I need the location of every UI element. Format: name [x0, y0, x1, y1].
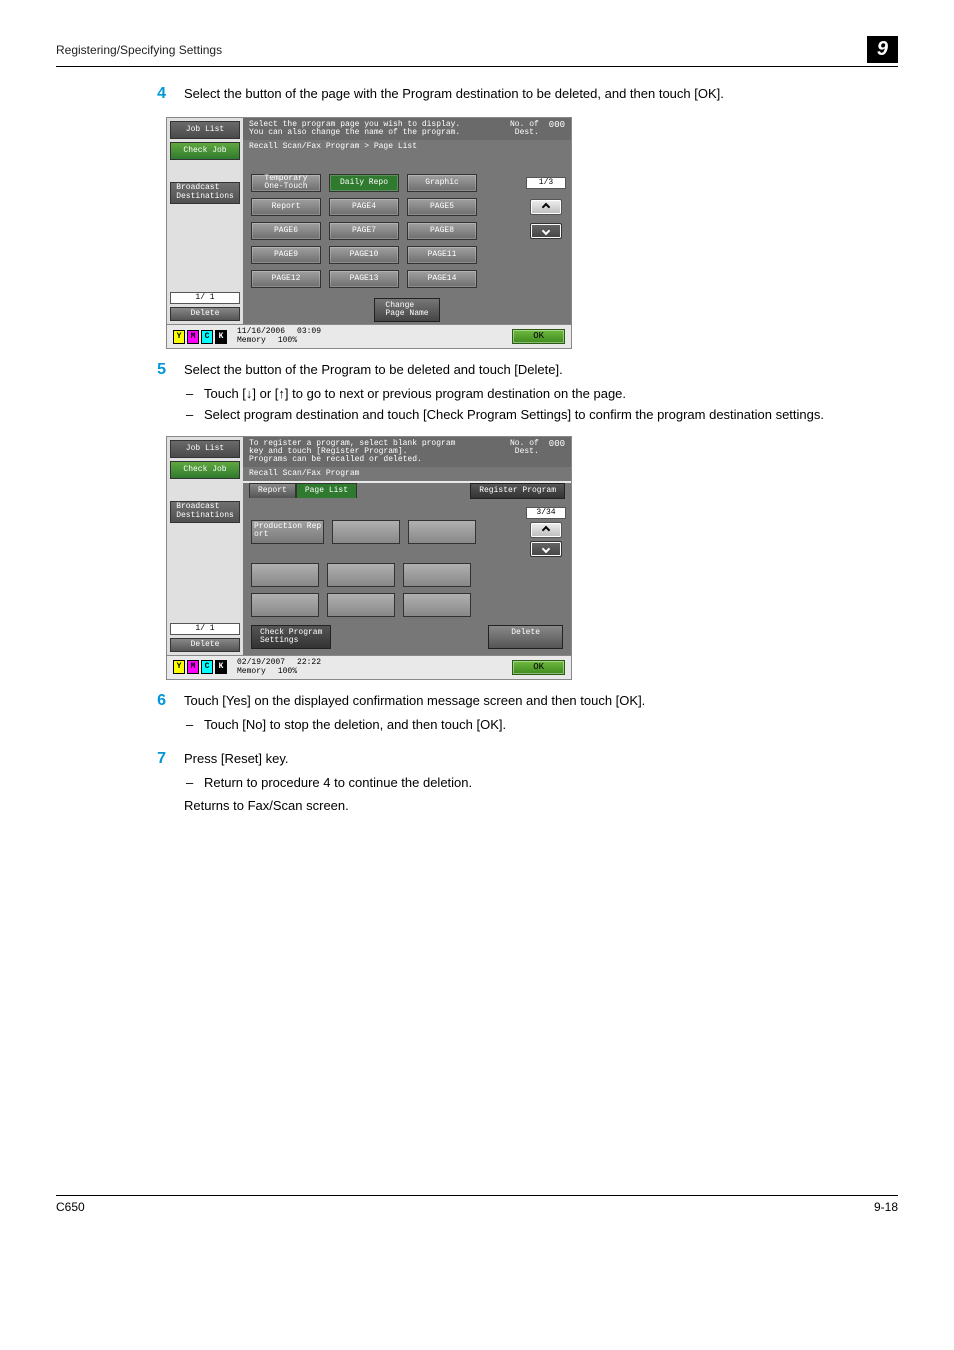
check-program-settings-button[interactable]: Check Program Settings	[251, 625, 331, 649]
program-slot-empty[interactable]	[403, 563, 471, 587]
left-page-indicator-2: 1/ 1	[170, 623, 240, 635]
check-job-tab-2[interactable]: Check Job	[170, 461, 240, 479]
page-nav-indicator: 1/3	[526, 177, 566, 189]
screenshot-program-list: Job List Check Job Broadcast Destination…	[166, 436, 572, 680]
page-up-button[interactable]	[530, 199, 562, 215]
arrow-up-icon	[542, 526, 550, 534]
page-up-button-2[interactable]	[530, 522, 562, 538]
step-6-bullet-1: Touch [No] to stop the deletion, and the…	[184, 716, 898, 734]
page-6[interactable]: PAGE6	[251, 222, 321, 240]
toner-y-icon: Y	[173, 660, 185, 674]
page-7[interactable]: PAGE7	[329, 222, 399, 240]
footer-page-number: 9-18	[874, 1200, 898, 1214]
step-number-6: 6	[56, 692, 184, 738]
page-down-button-2[interactable]	[530, 541, 562, 557]
status-memory-value: 100%	[278, 337, 297, 345]
program-slot-empty[interactable]	[327, 593, 395, 617]
register-program-button[interactable]: Register Program	[470, 483, 565, 499]
job-list-tab[interactable]: Job List	[170, 121, 240, 139]
status-memory-value-2: 100%	[278, 668, 297, 676]
status-time-2: 22:22	[297, 659, 321, 667]
arrow-down-icon	[542, 545, 550, 553]
page-nav-indicator-2: 3/34	[526, 507, 566, 519]
page-8[interactable]: PAGE8	[407, 222, 477, 240]
left-page-indicator: 1/ 1	[170, 292, 240, 304]
program-slot-empty[interactable]	[403, 593, 471, 617]
toner-k-icon: K	[215, 660, 227, 674]
dest-count-value: 000	[549, 121, 565, 130]
step-number-7: 7	[56, 750, 184, 821]
status-time: 03:09	[297, 328, 321, 336]
arrow-down-icon	[542, 227, 550, 235]
toner-levels-2: Y M C K	[173, 660, 227, 674]
page-13[interactable]: PAGE13	[329, 270, 399, 288]
status-date: 11/16/2006	[237, 328, 285, 336]
toner-m-icon: M	[187, 330, 199, 344]
step-7-bullet-1: Return to procedure 4 to continue the de…	[184, 774, 898, 792]
step-4-text: Select the button of the page with the P…	[184, 85, 898, 103]
arrow-up-icon	[542, 203, 550, 211]
toner-m-icon: M	[187, 660, 199, 674]
program-slot-empty[interactable]	[251, 563, 319, 587]
tab-report[interactable]: Report	[249, 483, 296, 498]
chapter-number: 9	[867, 36, 898, 63]
status-memory-label: Memory	[237, 337, 266, 345]
dest-count-label-2: No. of Dest.	[510, 440, 539, 456]
page-10[interactable]: PAGE10	[329, 246, 399, 264]
dest-count-label: No. of Dest.	[510, 121, 539, 137]
page-daily-repo[interactable]: Daily Repo	[329, 174, 399, 192]
step-7-closing: Returns to Fax/Scan screen.	[184, 797, 898, 815]
page-11[interactable]: PAGE11	[407, 246, 477, 264]
delete-button[interactable]: Delete	[488, 625, 563, 649]
ok-button-2[interactable]: OK	[512, 660, 565, 675]
status-memory-label-2: Memory	[237, 668, 266, 676]
left-delete-button[interactable]: Delete	[170, 307, 240, 321]
step-number-4: 4	[56, 85, 184, 109]
page-graphic[interactable]: Graphic	[407, 174, 477, 192]
step-5-bullet-2: Select program destination and touch [Ch…	[184, 406, 898, 424]
page-5[interactable]: PAGE5	[407, 198, 477, 216]
program-slot-empty[interactable]	[251, 593, 319, 617]
page-report[interactable]: Report	[251, 198, 321, 216]
toner-y-icon: Y	[173, 330, 185, 344]
toner-c-icon: C	[201, 330, 213, 344]
broadcast-destinations-tab[interactable]: Broadcast Destinations	[170, 182, 240, 204]
dest-count-value-2: 000	[549, 440, 565, 449]
step-number-5: 5	[56, 361, 184, 428]
status-date-2: 02/19/2007	[237, 659, 285, 667]
toner-c-icon: C	[201, 660, 213, 674]
page-4[interactable]: PAGE4	[329, 198, 399, 216]
change-page-name-button[interactable]: Change Page Name	[374, 298, 439, 322]
step-5-text: Select the button of the Program to be d…	[184, 361, 898, 379]
step-5-bullet-1: Touch [↓] or [↑] to go to next or previo…	[184, 385, 898, 403]
left-delete-button-2[interactable]: Delete	[170, 638, 240, 652]
program-slot-1[interactable]: Production Rep ort	[251, 520, 324, 544]
broadcast-destinations-tab-2[interactable]: Broadcast Destinations	[170, 501, 240, 523]
step-7-text: Press [Reset] key.	[184, 750, 898, 768]
program-slot-empty[interactable]	[327, 563, 395, 587]
footer-model: C650	[56, 1200, 85, 1214]
ok-button[interactable]: OK	[512, 329, 565, 344]
breadcrumb: Recall Scan/Fax Program > Page List	[243, 140, 571, 154]
program-slot-empty[interactable]	[332, 520, 400, 544]
screenshot-page-list: Job List Check Job Broadcast Destination…	[166, 117, 572, 349]
check-job-tab[interactable]: Check Job	[170, 142, 240, 160]
toner-levels: Y M C K	[173, 330, 227, 344]
page-9[interactable]: PAGE9	[251, 246, 321, 264]
breadcrumb-2: Recall Scan/Fax Program	[243, 467, 571, 481]
page-12[interactable]: PAGE12	[251, 270, 321, 288]
step-6-text: Touch [Yes] on the displayed confirmatio…	[184, 692, 898, 710]
tab-page-list[interactable]: Page List	[296, 483, 357, 498]
message-text: Select the program page you wish to disp…	[249, 121, 510, 137]
page-header-title: Registering/Specifying Settings	[56, 43, 222, 57]
program-slot-empty[interactable]	[408, 520, 476, 544]
page-temporary-one-touch[interactable]: Temporary One-Touch	[251, 174, 321, 192]
job-list-tab-2[interactable]: Job List	[170, 440, 240, 458]
page-14[interactable]: PAGE14	[407, 270, 477, 288]
toner-k-icon: K	[215, 330, 227, 344]
page-down-button[interactable]	[530, 223, 562, 239]
message-text-2: To register a program, select blank prog…	[249, 440, 510, 464]
